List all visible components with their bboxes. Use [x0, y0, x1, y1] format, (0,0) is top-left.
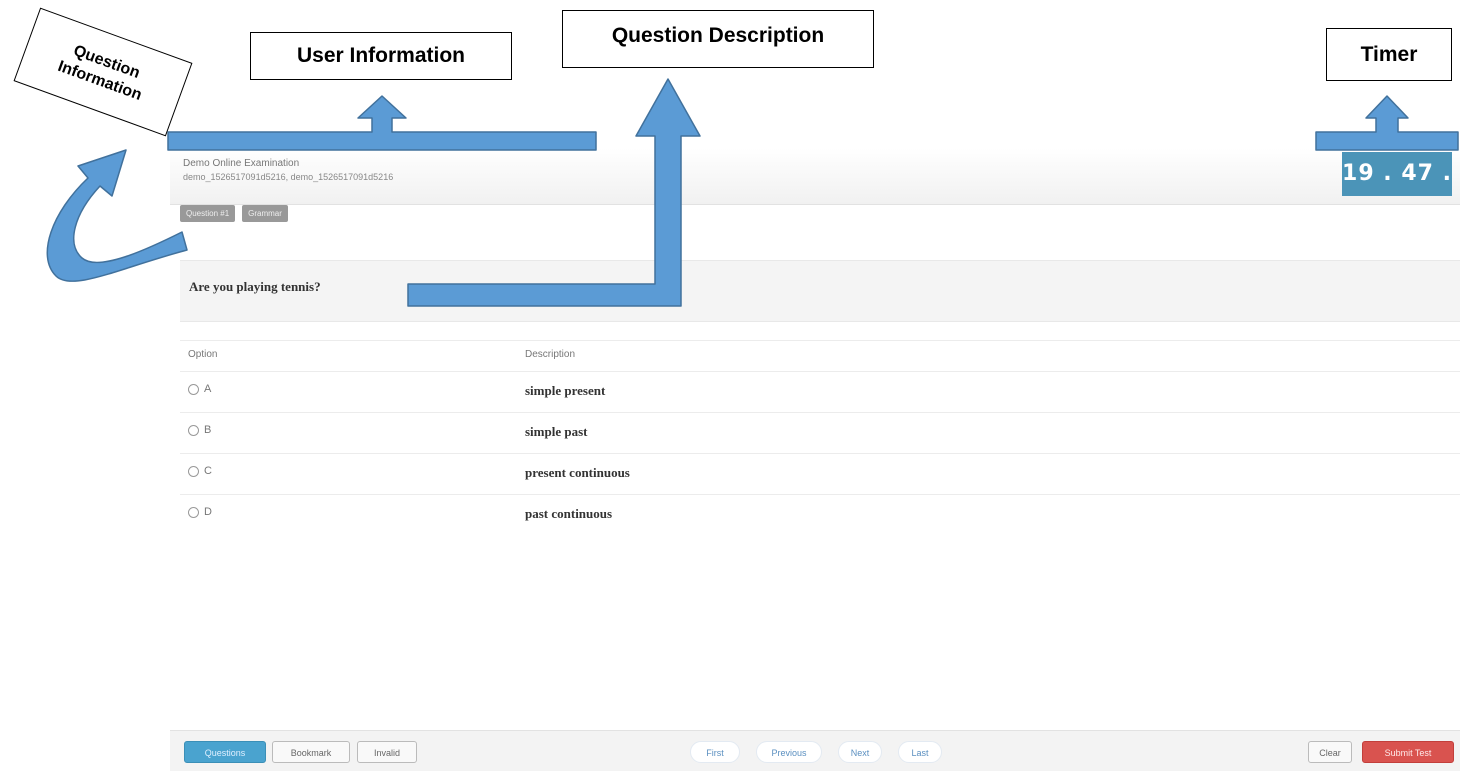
annotation-arrows — [46, 78, 1459, 307]
timer-arrow — [1315, 95, 1459, 151]
question-description-callout: Question Description — [562, 10, 874, 68]
timer-callout: Timer — [1326, 28, 1452, 81]
question-description-arrow — [407, 78, 701, 307]
user-information-callout: User Information — [250, 32, 512, 80]
question-information-arrow — [46, 149, 188, 283]
user-info-arrow — [167, 95, 597, 151]
